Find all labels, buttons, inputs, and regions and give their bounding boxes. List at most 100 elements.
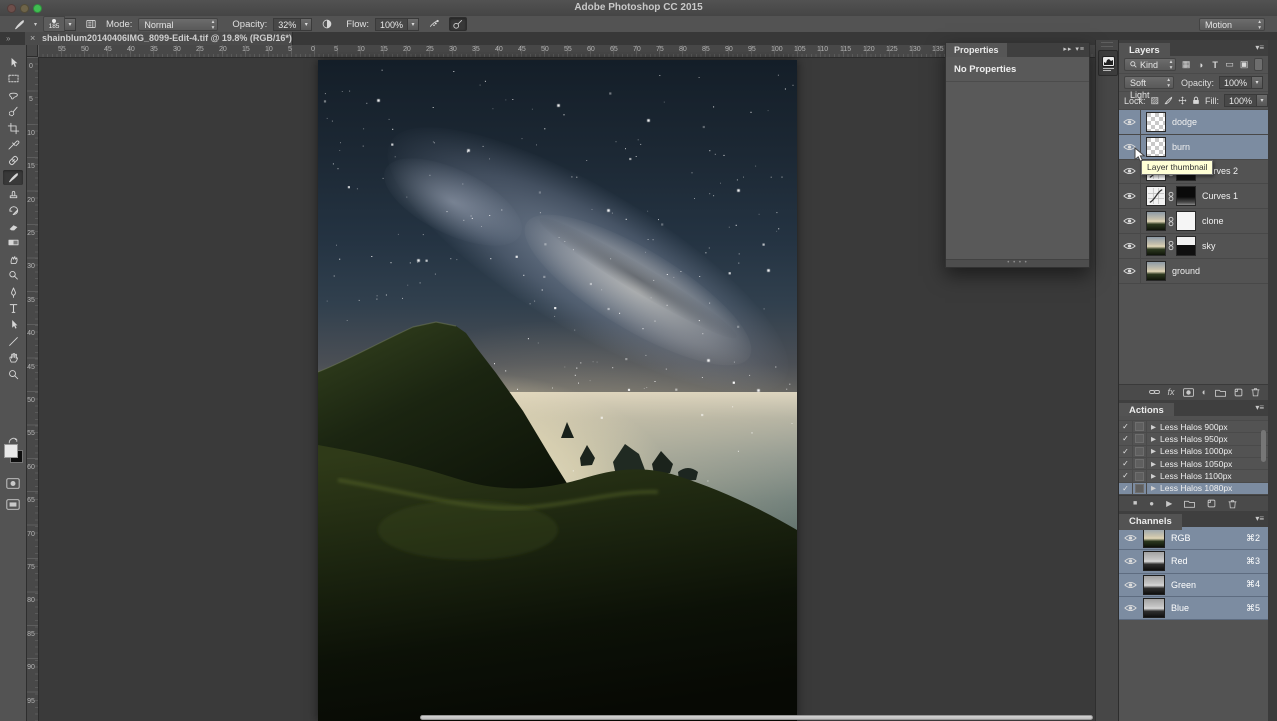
channel-visibility-eye-icon[interactable]: [1124, 581, 1137, 589]
layer-row-curves-1[interactable]: Curves 1: [1119, 184, 1268, 209]
layer-name[interactable]: clone: [1202, 216, 1224, 226]
pressure-size-toggle-icon[interactable]: [449, 17, 467, 31]
layer-name[interactable]: Curves 1: [1202, 191, 1238, 201]
filter-adjustment-layers-icon[interactable]: ◑: [1196, 60, 1206, 70]
action-dialog-toggle[interactable]: [1133, 421, 1147, 432]
layer-filter-kind-select[interactable]: Kind▴▾: [1124, 58, 1176, 71]
filter-pixel-layers-icon[interactable]: ▦: [1181, 59, 1191, 70]
channel-name[interactable]: Green: [1171, 580, 1196, 590]
new-action-icon[interactable]: [1207, 499, 1216, 508]
layer-row-dodge[interactable]: dodge: [1119, 110, 1268, 135]
channel-visibility-eye-icon[interactable]: [1124, 604, 1137, 612]
tool-hand-icon[interactable]: [3, 350, 23, 365]
brush-size-picker[interactable]: 185 ▾: [43, 16, 76, 32]
layer-visibility-eye-icon[interactable]: [1119, 184, 1141, 208]
layer-thumbnail[interactable]: [1146, 261, 1166, 281]
tab-layers[interactable]: Layers: [1119, 43, 1170, 59]
lock-all-icon[interactable]: [1192, 96, 1200, 105]
action-row[interactable]: ✓▶Less Halos 1000px: [1119, 446, 1268, 458]
tool-healing-brush-icon[interactable]: [3, 153, 23, 168]
layer-thumbnail[interactable]: [1146, 137, 1166, 157]
layer-name[interactable]: sky: [1202, 241, 1216, 251]
horizontal-scrollbar[interactable]: [420, 715, 1093, 720]
tool-crop-icon[interactable]: [3, 121, 23, 136]
action-row[interactable]: ✓▶Less Halos 1100px: [1119, 470, 1268, 482]
dock-grip[interactable]: [1101, 42, 1113, 47]
action-expand-icon[interactable]: ▶: [1147, 423, 1160, 431]
tab-overflow-chevron-icon[interactable]: »: [6, 32, 10, 45]
new-adjustment-layer-icon[interactable]: ◐: [1202, 388, 1207, 397]
action-name[interactable]: Less Halos 1080px: [1160, 483, 1232, 493]
layer-name[interactable]: dodge: [1172, 117, 1197, 127]
toggle-brush-panel-button[interactable]: [82, 17, 100, 31]
action-name[interactable]: Less Halos 1100px: [1160, 471, 1232, 481]
tool-eyedropper-icon[interactable]: [3, 137, 23, 152]
tool-marquee-icon[interactable]: [3, 71, 23, 86]
layer-thumbnail[interactable]: [1146, 211, 1166, 231]
airbrush-toggle-icon[interactable]: [425, 17, 443, 31]
layers-panel-menu-icon[interactable]: ▾≡: [1255, 40, 1264, 56]
delete-action-icon[interactable]: [1228, 499, 1237, 509]
foreground-color-swatch[interactable]: [3, 443, 23, 463]
layer-thumbnail[interactable]: [1146, 236, 1166, 256]
tool-eraser-icon[interactable]: [3, 219, 23, 234]
filter-smart-object-icon[interactable]: ▣: [1239, 59, 1249, 70]
layers-opacity-combo[interactable]: 100%▾: [1219, 76, 1263, 89]
panel-menu-icon[interactable]: ▾≡: [1075, 46, 1085, 53]
channel-row-blue[interactable]: Blue⌘5: [1119, 597, 1268, 620]
tool-move-icon[interactable]: [3, 55, 23, 70]
action-name[interactable]: Less Halos 950px: [1160, 434, 1228, 444]
layer-blend-mode-select[interactable]: Soft Light▴▾: [1124, 76, 1174, 89]
layer-mask-thumbnail[interactable]: [1176, 236, 1196, 256]
action-expand-icon[interactable]: ▶: [1147, 484, 1160, 492]
tool-dodge-icon[interactable]: [3, 268, 23, 283]
filter-shape-layers-icon[interactable]: ▭: [1225, 59, 1235, 70]
vertical-ruler[interactable]: 05101520253035404550556065707580859095: [26, 57, 39, 721]
lock-position-icon[interactable]: [1178, 96, 1187, 105]
layer-name[interactable]: ground: [1172, 266, 1200, 276]
adjustment-thumbnail[interactable]: [1146, 186, 1166, 206]
action-include-check-icon[interactable]: ✓: [1119, 483, 1133, 494]
action-dialog-toggle[interactable]: [1133, 446, 1147, 457]
channel-thumbnail[interactable]: [1143, 551, 1165, 571]
layer-row-ground[interactable]: ground: [1119, 259, 1268, 284]
tool-smudge-icon[interactable]: [3, 252, 23, 267]
action-dialog-toggle[interactable]: [1133, 433, 1147, 444]
tool-brush-icon[interactable]: [3, 170, 23, 185]
channel-name[interactable]: Blue: [1171, 603, 1189, 613]
mask-link-icon[interactable]: [1168, 240, 1174, 251]
layer-visibility-eye-icon[interactable]: [1119, 259, 1141, 283]
layer-visibility-eye-icon[interactable]: [1119, 209, 1141, 233]
channel-thumbnail[interactable]: [1143, 598, 1165, 618]
screen-mode-button[interactable]: [3, 494, 23, 514]
action-row[interactable]: ✓▶Less Halos 950px: [1119, 433, 1268, 445]
action-expand-icon[interactable]: ▶: [1147, 447, 1160, 455]
tool-line-icon[interactable]: [3, 334, 23, 349]
action-row[interactable]: ✓▶Less Halos 1050px: [1119, 458, 1268, 470]
close-document-icon[interactable]: ×: [30, 32, 35, 45]
channels-panel-menu-icon[interactable]: ▾≡: [1255, 511, 1264, 527]
action-include-check-icon[interactable]: ✓: [1119, 421, 1133, 432]
tool-clone-stamp-icon[interactable]: [3, 186, 23, 201]
collapse-panel-icon[interactable]: ▸▸: [1063, 46, 1072, 53]
layer-row-clone[interactable]: clone: [1119, 209, 1268, 234]
action-expand-icon[interactable]: ▶: [1147, 460, 1160, 468]
action-include-check-icon[interactable]: ✓: [1119, 446, 1133, 457]
channel-visibility-eye-icon[interactable]: [1124, 557, 1137, 565]
flow-combo[interactable]: 100%▾: [375, 18, 419, 31]
record-action-icon[interactable]: ●: [1149, 499, 1154, 508]
lock-transparency-icon[interactable]: ▨: [1151, 95, 1160, 106]
actions-panel-menu-icon[interactable]: ▾≡: [1255, 400, 1264, 416]
mask-link-icon[interactable]: [1168, 191, 1174, 202]
quick-mask-button[interactable]: [3, 473, 23, 493]
add-layer-mask-icon[interactable]: [1183, 388, 1194, 397]
tool-pen-icon[interactable]: [3, 285, 23, 300]
opacity-combo[interactable]: 32%▾: [273, 18, 312, 31]
action-name[interactable]: Less Halos 1050px: [1160, 459, 1232, 469]
action-row[interactable]: ✓▶Less Halos 900px: [1119, 421, 1268, 433]
tool-quick-selection-icon[interactable]: [3, 104, 23, 119]
action-include-check-icon[interactable]: ✓: [1119, 470, 1133, 481]
filter-type-layers-icon[interactable]: T: [1210, 60, 1220, 70]
delete-layer-icon[interactable]: [1251, 387, 1260, 397]
new-group-icon[interactable]: [1215, 388, 1226, 397]
